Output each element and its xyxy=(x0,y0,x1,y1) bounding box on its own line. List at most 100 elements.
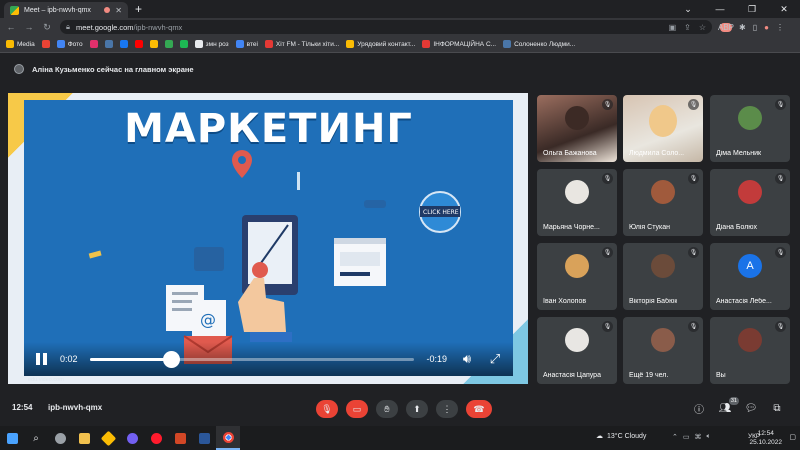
bookmark-label: втеі xyxy=(246,40,258,48)
volume-icon[interactable]: 🔊︎ xyxy=(459,351,475,367)
taskbar-app-2[interactable] xyxy=(96,426,120,450)
notifications-icon[interactable]: ▢ xyxy=(789,433,796,441)
people-button[interactable]: 👥︎ 31 xyxy=(718,397,739,414)
viber-icon[interactable] xyxy=(120,426,144,450)
muted-mic-icon: 🎙︎ xyxy=(775,247,786,258)
bookmark-item[interactable]: Урядовий контакт... xyxy=(346,40,415,48)
chat-icon[interactable]: 💬︎ xyxy=(744,403,758,414)
bookmark-star-icon[interactable]: ☆ xyxy=(699,23,706,32)
participant-avatar: A xyxy=(738,254,762,278)
more-options-button[interactable]: ⋮ xyxy=(436,400,458,418)
powerpoint-icon[interactable] xyxy=(168,426,192,450)
participant-tile[interactable]: 🎙︎ Вікторія Бабюк xyxy=(623,243,703,310)
address-bar[interactable]: 🔒︎ meet.google.com/ipb-nwvh-qmx ▣ ⇪ ☆ xyxy=(60,20,712,34)
bookmark-favicon-icon xyxy=(104,40,113,48)
tray-arrow-icon[interactable]: ⌃ xyxy=(672,433,678,441)
marketing-illustration: @ CLICK HERE xyxy=(88,150,461,364)
muted-mic-icon: 🎙︎ xyxy=(688,321,699,332)
pause-button[interactable] xyxy=(34,352,48,366)
bookmark-item[interactable] xyxy=(104,40,113,48)
close-window-button[interactable]: ✕ xyxy=(768,0,800,18)
muted-mic-icon: 🎙︎ xyxy=(688,247,699,258)
participant-avatar xyxy=(565,328,589,352)
bookmark-item[interactable]: втеі xyxy=(235,40,258,48)
minimize-button[interactable]: — xyxy=(704,0,736,18)
start-button[interactable] xyxy=(0,426,24,450)
participant-avatar xyxy=(649,105,677,137)
camera-off-button[interactable]: ▭ xyxy=(346,400,368,418)
fullscreen-icon[interactable]: ⤢ xyxy=(487,351,503,367)
participant-tile[interactable]: 🎙︎ Діма Мельник xyxy=(710,95,790,162)
recording-indicator-icon xyxy=(104,7,111,13)
present-screen-button[interactable]: ⬆ xyxy=(406,400,428,418)
bookmark-item[interactable] xyxy=(134,40,143,48)
share-icon[interactable]: ⇪ xyxy=(684,23,691,32)
bookmark-item[interactable]: Фото xyxy=(56,40,83,48)
search-icon[interactable]: ⌕ xyxy=(24,426,48,450)
participant-tile[interactable]: 🎙︎ Діана Болюх xyxy=(710,169,790,236)
presentation-stage[interactable]: МАРКЕТИНГ @ CLICK HERE 0:02 -0:19 🔊︎ ⤢ e… xyxy=(8,93,528,384)
word-icon[interactable] xyxy=(192,426,216,450)
seek-knob[interactable] xyxy=(162,350,180,368)
presenter-text: Аліна Кузьменко сейчас на главном экране xyxy=(32,64,194,74)
participant-name: Юлія Стукан xyxy=(629,224,670,231)
elapsed-time: 0:02 xyxy=(60,354,78,364)
tab-meet[interactable]: Meet – ipb-nwvh-qmx ✕ xyxy=(4,2,128,18)
extensions-puzzle-icon[interactable]: ✱ xyxy=(739,23,746,32)
participant-tile[interactable]: 🎙︎ Анастасія Цапура xyxy=(537,317,617,384)
tab-close-icon[interactable]: ✕ xyxy=(115,6,122,15)
bookmark-item[interactable] xyxy=(89,40,98,48)
profile-icon[interactable]: ● xyxy=(764,23,769,32)
bookmark-item[interactable]: ІНФОРМАЦІЙНА С... xyxy=(422,40,496,48)
network-icon[interactable]: ⌘ xyxy=(695,433,702,441)
video-control-bar: 0:02 -0:19 🔊︎ ⤢ xyxy=(24,342,513,376)
bookmark-item[interactable] xyxy=(119,40,128,48)
presentation-slide: МАРКЕТИНГ @ CLICK HERE 0:02 -0:19 🔊︎ ⤢ xyxy=(24,100,513,376)
weather-widget[interactable]: ☁︎ 13°C Cloudy xyxy=(596,432,646,441)
participant-tile[interactable]: 🎙︎ Іван Холопов xyxy=(537,243,617,310)
participant-tile[interactable]: 🎙︎ Ольга Бажанова xyxy=(537,95,617,162)
people-count-badge: 31 xyxy=(728,397,739,405)
bookmark-item[interactable]: Солоненко Людми... xyxy=(503,40,575,48)
chevron-down-icon[interactable]: ⌄ xyxy=(672,0,704,18)
forward-button[interactable]: → xyxy=(24,22,34,32)
bookmark-item[interactable] xyxy=(41,40,50,48)
participant-tile[interactable]: 🎙︎ Людмила Соло... xyxy=(623,95,703,162)
bookmark-item[interactable]: Media xyxy=(6,40,35,48)
muted-mic-icon: 🎙︎ xyxy=(602,321,613,332)
chrome-icon[interactable] xyxy=(216,426,240,450)
participant-tile[interactable]: 🎙︎ Ещё 19 чел. xyxy=(623,317,703,384)
adblock-extension-icon[interactable]: ABP xyxy=(718,22,734,32)
clock-date: 25.10.2022 xyxy=(749,439,782,446)
bookmark-item[interactable] xyxy=(179,40,188,48)
maximize-button[interactable]: ❐ xyxy=(736,0,768,18)
browser-menu-icon[interactable]: ⋮ xyxy=(776,23,784,32)
muted-mic-icon: 🎙︎ xyxy=(775,99,786,110)
bookmark-item[interactable] xyxy=(149,40,158,48)
participant-tile[interactable]: A 🎙︎ Анастасія Лебе... xyxy=(710,243,790,310)
participant-tile[interactable]: 🎙︎ Вы xyxy=(710,317,790,384)
camera-icon[interactable]: ▣ xyxy=(669,23,677,32)
bookmark-item[interactable]: змн роз xyxy=(194,40,229,48)
bookmark-item[interactable]: Хіт FM - Тільки хіти... xyxy=(264,40,339,48)
reload-button[interactable]: ↻ xyxy=(42,22,52,33)
bookmark-item[interactable] xyxy=(164,40,173,48)
svg-text:CLICK HERE: CLICK HERE xyxy=(423,209,459,216)
mic-off-button[interactable]: 🎙︎ xyxy=(316,400,338,418)
taskbar-clock[interactable]: 12:54 25.10.2022 xyxy=(749,429,782,447)
raise-hand-button[interactable]: ✋︎ xyxy=(376,400,398,418)
taskbar-app-1[interactable] xyxy=(48,426,72,450)
leave-call-button[interactable]: ☎︎ xyxy=(466,400,492,418)
activities-icon[interactable]: ⧉ xyxy=(770,403,784,414)
battery-icon[interactable]: ▭ xyxy=(683,433,690,441)
side-panel-icon[interactable]: ▯ xyxy=(753,23,757,32)
volume-tray-icon[interactable]: 🔈︎ xyxy=(707,433,711,441)
participant-tile[interactable]: 🎙︎ Юлія Стукан xyxy=(623,169,703,236)
seek-bar[interactable] xyxy=(89,350,415,368)
new-tab-button[interactable]: + xyxy=(135,2,142,16)
participant-tile[interactable]: 🎙︎ Марьяна Чорне... xyxy=(537,169,617,236)
meeting-details-icon[interactable]: ⓘ xyxy=(692,401,706,416)
file-explorer-icon[interactable] xyxy=(72,426,96,450)
opera-icon[interactable] xyxy=(144,426,168,450)
back-button[interactable]: ← xyxy=(6,22,16,32)
